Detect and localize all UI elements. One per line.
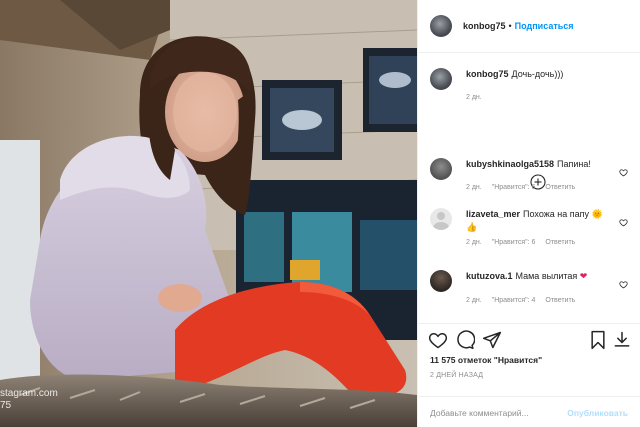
author-username[interactable]: konbog75 <box>463 21 506 31</box>
save-to-collection-icon[interactable] <box>612 330 632 350</box>
post-header: konbog75 • Подписаться <box>418 0 640 53</box>
comment-username[interactable]: kubyshkinaolga5158 <box>466 159 554 169</box>
comment-text: Папина! <box>557 159 591 169</box>
comments-list: konbog75 Дочь-дочь))) 2 дн. kubyshkinaolg… <box>418 54 640 304</box>
post-timestamp[interactable]: 2 ДНЕЙ НАЗАД <box>430 372 483 379</box>
comment-item: kutuzova.1 Мама вылитая ❤ 2 дн. "Нравится… <box>430 270 630 304</box>
heart-icon[interactable] <box>619 168 628 177</box>
caption-meta: 2 дн. <box>466 94 630 101</box>
caption-avatar[interactable] <box>430 68 452 90</box>
comment-text: Мама вылитая <box>515 271 578 281</box>
follow-button[interactable]: Подписаться <box>515 21 574 31</box>
share-icon[interactable] <box>482 330 502 350</box>
author-avatar[interactable] <box>430 15 452 37</box>
caption-username[interactable]: konbog75 <box>466 69 509 79</box>
comment-text-line: kutuzova.1 Мама вылитая ❤ <box>466 270 630 283</box>
watermark-line1: stagram.com <box>0 388 58 399</box>
likes-count[interactable]: 11 575 отметок "Нравится" <box>430 355 542 365</box>
comment-time[interactable]: 2 дн. <box>466 184 482 191</box>
comment-avatar[interactable] <box>430 208 452 230</box>
watermark-line2: 75 <box>0 400 12 411</box>
comment-input[interactable] <box>430 407 568 418</box>
heart-icon[interactable] <box>428 330 448 350</box>
caption-row: konbog75 Дочь-дочь))) 2 дн. <box>430 68 630 101</box>
comment-likes[interactable]: "Нравится": 6 <box>492 239 536 246</box>
comment-avatar[interactable] <box>430 158 452 180</box>
caption-time[interactable]: 2 дн. <box>466 94 482 101</box>
comment-time[interactable]: 2 дн. <box>466 239 482 246</box>
comment-text: Похожа на папу <box>523 209 589 219</box>
bookmark-icon[interactable] <box>588 330 608 350</box>
watermark: stagram.com 75 <box>0 388 58 412</box>
comment-text-line: kubyshkinaolga5158 Папина! <box>466 158 630 170</box>
comment-text-line: lizaveta_mer Похожа на папу 🌞 👍 <box>466 208 630 234</box>
post-side-panel: konbog75 • Подписаться konbog75 Дочь-дочь… <box>417 0 640 427</box>
comment-likes[interactable]: "Нравится": 4 <box>492 297 536 304</box>
action-icons <box>428 330 633 352</box>
heart-icon[interactable] <box>619 280 628 289</box>
comment-meta: 2 дн. "Нравится": 4 Ответить <box>466 297 630 304</box>
comment-icon[interactable] <box>455 330 475 350</box>
comment-meta: 2 дн. "Нравится": 6 Ответить <box>466 184 630 191</box>
comment-username[interactable]: kutuzova.1 <box>466 271 513 281</box>
comment-time[interactable]: 2 дн. <box>466 297 482 304</box>
caption-text-line: konbog75 Дочь-дочь))) <box>466 68 630 80</box>
publish-button[interactable]: Опубликовать <box>567 408 628 418</box>
heart-icon[interactable] <box>619 218 628 227</box>
comment-item: lizaveta_mer Похожа на папу 🌞 👍 2 дн. "Нр… <box>430 208 630 246</box>
reply-button[interactable]: Ответить <box>545 297 575 304</box>
comment-item: kubyshkinaolga5158 Папина! 2 дн. "Нравитс… <box>430 158 630 191</box>
comment-likes[interactable]: "Нравится": 6 <box>492 184 536 191</box>
post-photo[interactable]: stagram.com 75 <box>0 0 417 427</box>
reply-button[interactable]: Ответить <box>545 184 575 191</box>
comment-username[interactable]: lizaveta_mer <box>466 209 520 219</box>
red-heart-emoji: ❤ <box>579 272 588 282</box>
post-image <box>0 0 417 427</box>
comment-meta: 2 дн. "Нравится": 6 Ответить <box>466 239 630 246</box>
comment-avatar[interactable] <box>430 270 452 292</box>
add-comment-bar: Опубликовать <box>418 396 640 427</box>
reply-button[interactable]: Ответить <box>545 239 575 246</box>
sun-emoji: 🌞 <box>591 210 603 220</box>
separator-dot: • <box>508 21 512 31</box>
thumbs-up-emoji: 👍 <box>466 223 478 233</box>
post-actions: 11 575 отметок "Нравится" 2 ДНЕЙ НАЗАД О… <box>418 323 640 427</box>
caption-text: Дочь-дочь))) <box>511 69 564 79</box>
